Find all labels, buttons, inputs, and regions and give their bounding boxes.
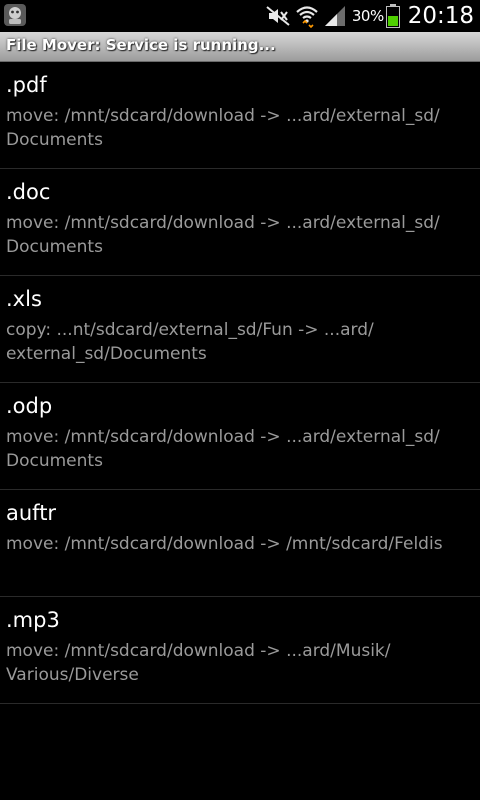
notification-text: File Mover: Service is running...: [6, 36, 276, 54]
rule-description: move: /mnt/sdcard/download -> /mnt/sdcar…: [6, 534, 443, 554]
status-bar: 30% 20:18: [0, 0, 480, 32]
list-item[interactable]: auftr move: /mnt/sdcard/download -> /mnt…: [0, 490, 480, 597]
rule-description: move: /mnt/sdcard/download -> ...ard/ext…: [6, 106, 440, 150]
mute-icon: [266, 6, 290, 26]
status-icons: 30% 20:18: [260, 0, 474, 32]
signal-icon: [324, 6, 345, 26]
list-item[interactable]: .xls copy: ...nt/sdcard/external_sd/Fun …: [0, 276, 480, 383]
clock: 20:18: [407, 3, 474, 29]
wifi-icon: [296, 6, 318, 28]
notification-bar[interactable]: File Mover: Service is running...: [0, 32, 480, 62]
rule-description: move: /mnt/sdcard/download -> ...ard/ext…: [6, 427, 440, 471]
rule-title: .doc: [6, 180, 51, 204]
app-robot-icon[interactable]: [2, 2, 28, 28]
list-item[interactable]: .mp3 move: /mnt/sdcard/download -> ...ar…: [0, 597, 480, 704]
rule-title: .xls: [6, 287, 42, 311]
rule-title: auftr: [6, 501, 57, 525]
rule-title: .mp3: [6, 608, 60, 632]
list-item[interactable]: .pdf move: /mnt/sdcard/download -> ...ar…: [0, 62, 480, 169]
rule-description: move: /mnt/sdcard/download -> ...ard/ext…: [6, 213, 440, 257]
rule-title: .odp: [6, 394, 53, 418]
rule-list: .pdf move: /mnt/sdcard/download -> ...ar…: [0, 62, 480, 704]
rule-title: .pdf: [6, 73, 47, 97]
list-item[interactable]: .odp move: /mnt/sdcard/download -> ...ar…: [0, 383, 480, 490]
list-item[interactable]: .doc move: /mnt/sdcard/download -> ...ar…: [0, 169, 480, 276]
battery-percent: 30%: [351, 7, 384, 25]
rule-description: copy: ...nt/sdcard/external_sd/Fun -> ..…: [6, 320, 374, 364]
battery-icon: [385, 4, 400, 28]
rule-description: move: /mnt/sdcard/download -> ...ard/Mus…: [6, 641, 391, 685]
